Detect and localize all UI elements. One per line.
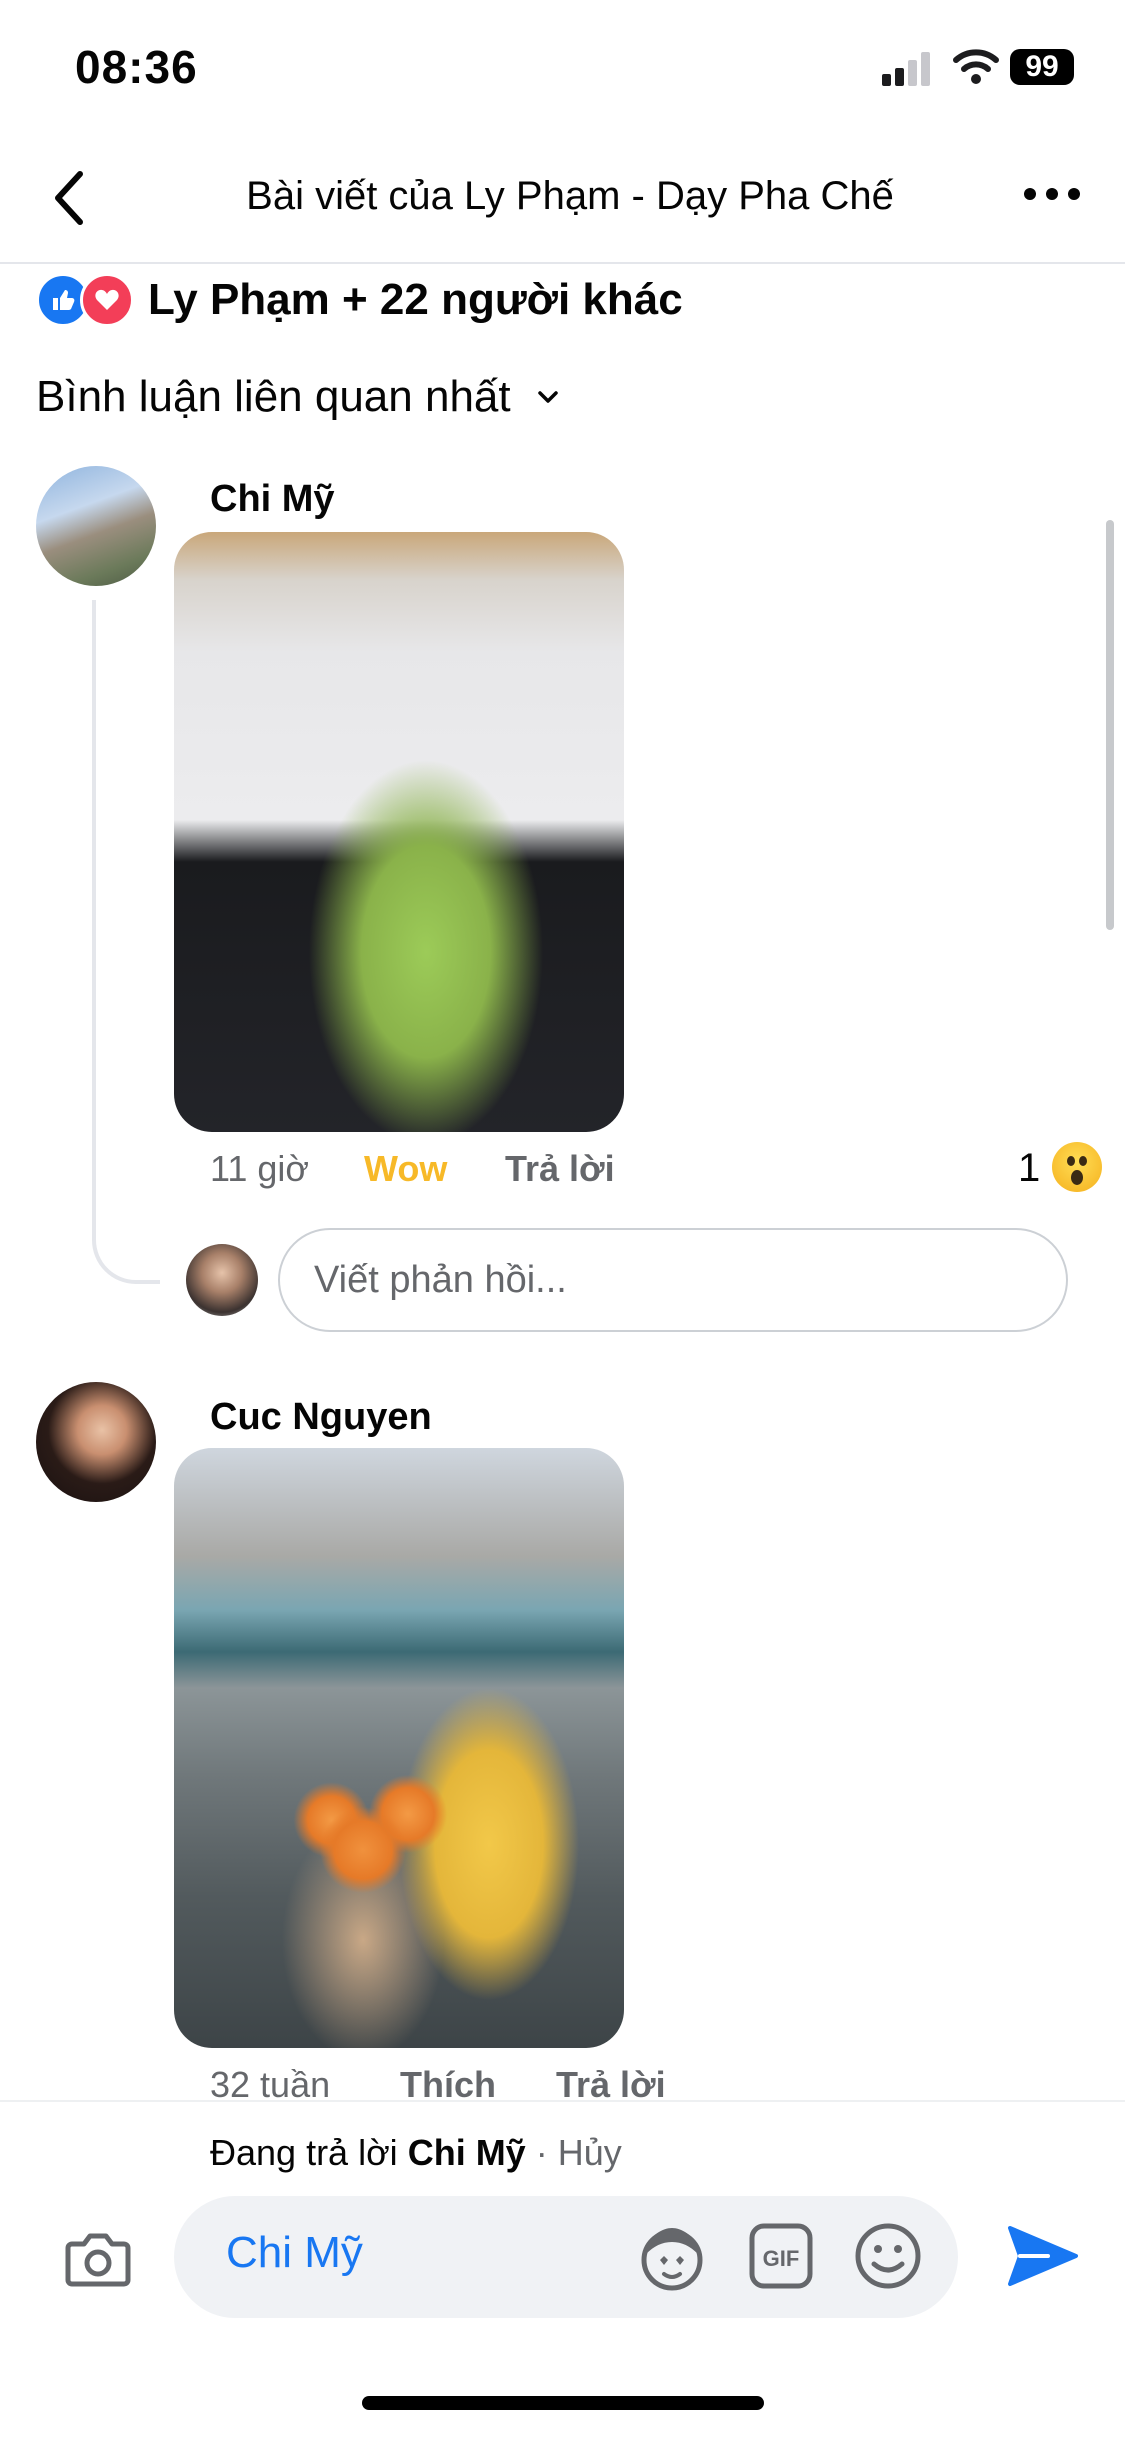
commenter-name[interactable]: Chi Mỹ xyxy=(210,478,335,521)
page-title: Bài viết của Ly Phạm - Dạy Pha Chế xyxy=(246,174,894,218)
nav-divider xyxy=(0,262,1125,264)
emoji-icon[interactable] xyxy=(852,2220,924,2292)
gif-icon[interactable]: GIF xyxy=(748,2220,814,2292)
avatar[interactable] xyxy=(36,1382,156,1502)
avatar[interactable] xyxy=(36,466,156,586)
reactions-text: Ly Phạm + 22 người khác xyxy=(148,275,683,324)
comment-time: 11 giờ xyxy=(210,1148,309,1189)
camera-icon[interactable] xyxy=(62,2222,134,2294)
comment-sort-selector[interactable]: Bình luận liên quan nhất xyxy=(36,372,559,422)
svg-text:GIF: GIF xyxy=(763,2246,800,2271)
wifi-icon xyxy=(953,49,999,84)
comment-photo[interactable] xyxy=(174,1448,624,2048)
replying-name: Chi Mỹ xyxy=(407,2132,526,2173)
commenter-name[interactable]: Cuc Nguyen xyxy=(210,1396,432,1439)
reaction-count[interactable]: 1 xyxy=(1018,1146,1040,1191)
my-avatar xyxy=(186,1244,258,1316)
cancel-reply-button[interactable]: Hủy xyxy=(558,2132,622,2173)
chevron-down-icon xyxy=(537,391,558,403)
reply-button[interactable]: Trả lời xyxy=(505,1148,615,1190)
scrollbar[interactable] xyxy=(1106,520,1114,930)
home-indicator[interactable] xyxy=(362,2396,764,2410)
status-time: 08:36 xyxy=(75,41,198,93)
cellular-signal-icon xyxy=(882,48,934,86)
reactions-summary[interactable]: Ly Phạm + 22 người khác xyxy=(36,270,683,330)
love-reaction-icon xyxy=(80,273,134,327)
replying-prefix: Đang trả lời xyxy=(210,2132,398,2173)
wow-icon[interactable] xyxy=(1052,1142,1102,1192)
avatar-sticker-icon[interactable] xyxy=(634,2220,710,2296)
replying-to-banner: Đang trả lời Chi Mỹ · Hủy xyxy=(210,2132,622,2174)
reaction-button[interactable]: Wow xyxy=(364,1148,447,1190)
separator: · xyxy=(535,2132,548,2173)
thread-connector xyxy=(92,600,160,1284)
reply-input[interactable]: Viết phản hồi... xyxy=(278,1228,1068,1332)
comment-input-text: Chi Mỹ xyxy=(226,2228,363,2277)
comment-photo[interactable] xyxy=(174,532,624,1132)
back-icon[interactable] xyxy=(46,168,96,228)
send-icon[interactable] xyxy=(1004,2220,1080,2292)
battery-indicator: 99 xyxy=(1010,49,1074,85)
sort-label: Bình luận liên quan nhất xyxy=(36,372,511,421)
more-options-icon[interactable] xyxy=(1020,178,1084,208)
